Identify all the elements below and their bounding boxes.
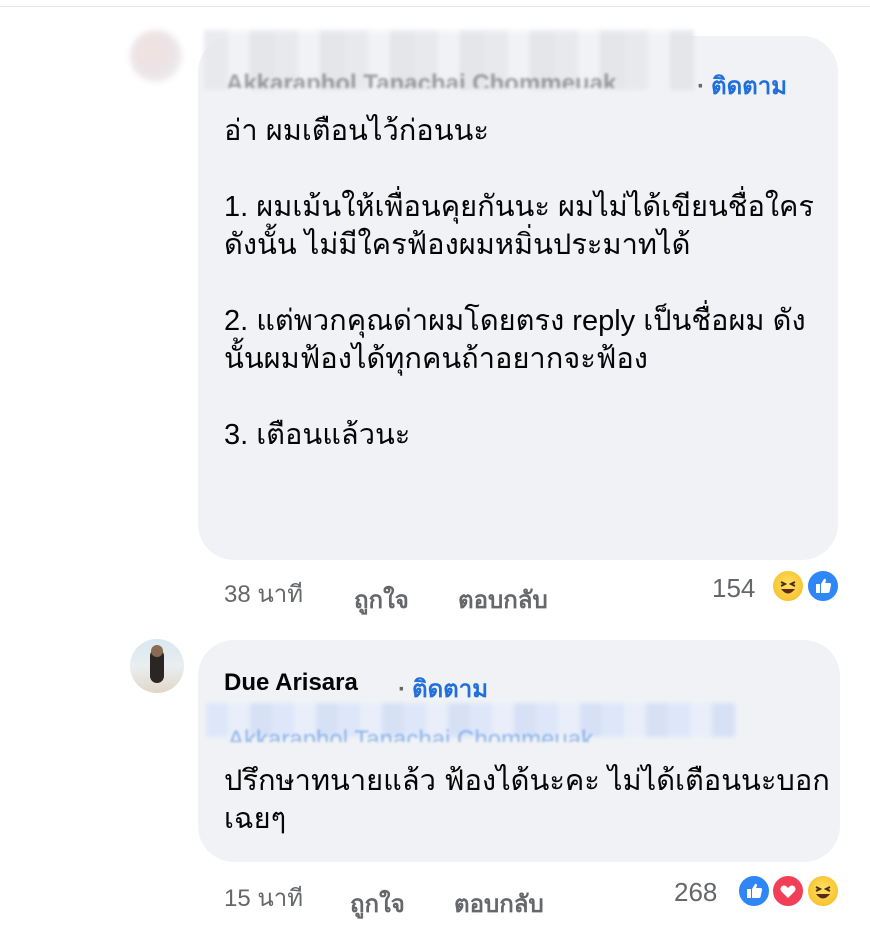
comment-text: อ่า ผมเตือนไว้ก่อนนะ 1. ผมเม้นให้เพื่อนค…	[224, 115, 814, 451]
like-button[interactable]: ถูกใจ	[354, 580, 409, 619]
reaction-count[interactable]: 268	[674, 877, 717, 908]
comment-time[interactable]: 38 นาที	[224, 574, 303, 613]
tagged-name-blurred[interactable]: Akkaraphol Tanachai Chommeuak	[228, 726, 593, 742]
follow-label: ติดตาม	[711, 73, 788, 100]
author-name[interactable]: Due Arisara	[224, 669, 358, 697]
like-icon	[737, 874, 771, 908]
top-divider	[0, 6, 870, 7]
haha-icon	[771, 569, 805, 603]
reaction-count[interactable]: 154	[712, 573, 755, 604]
comment-text: ปรึกษาทนายแล้ว ฟ้องได้นะคะ ไม่ได้เตือนนะ…	[224, 765, 830, 835]
author-name-blurred[interactable]: Akkaraphol Tanachai Chommeuak	[226, 70, 616, 88]
love-icon	[771, 874, 805, 908]
haha-icon	[806, 874, 840, 908]
reply-button[interactable]: ตอบกลับ	[454, 884, 544, 923]
separator-dot: ·	[697, 73, 705, 100]
follow-link[interactable]: · ติดตาม	[697, 66, 787, 105]
avatar-blurred[interactable]	[130, 30, 182, 82]
follow-label: ติดตาม	[412, 676, 489, 703]
like-icon	[806, 569, 840, 603]
comment-time[interactable]: 15 นาที	[224, 878, 303, 917]
like-button[interactable]: ถูกใจ	[350, 884, 405, 923]
separator-dot: ·	[398, 676, 406, 703]
avatar-head	[151, 645, 163, 657]
comments-screenshot: Akkaraphol Tanachai Chommeuak · ติดตาม อ่…	[0, 0, 870, 944]
reply-button[interactable]: ตอบกลับ	[458, 580, 548, 619]
avatar[interactable]	[130, 639, 184, 693]
